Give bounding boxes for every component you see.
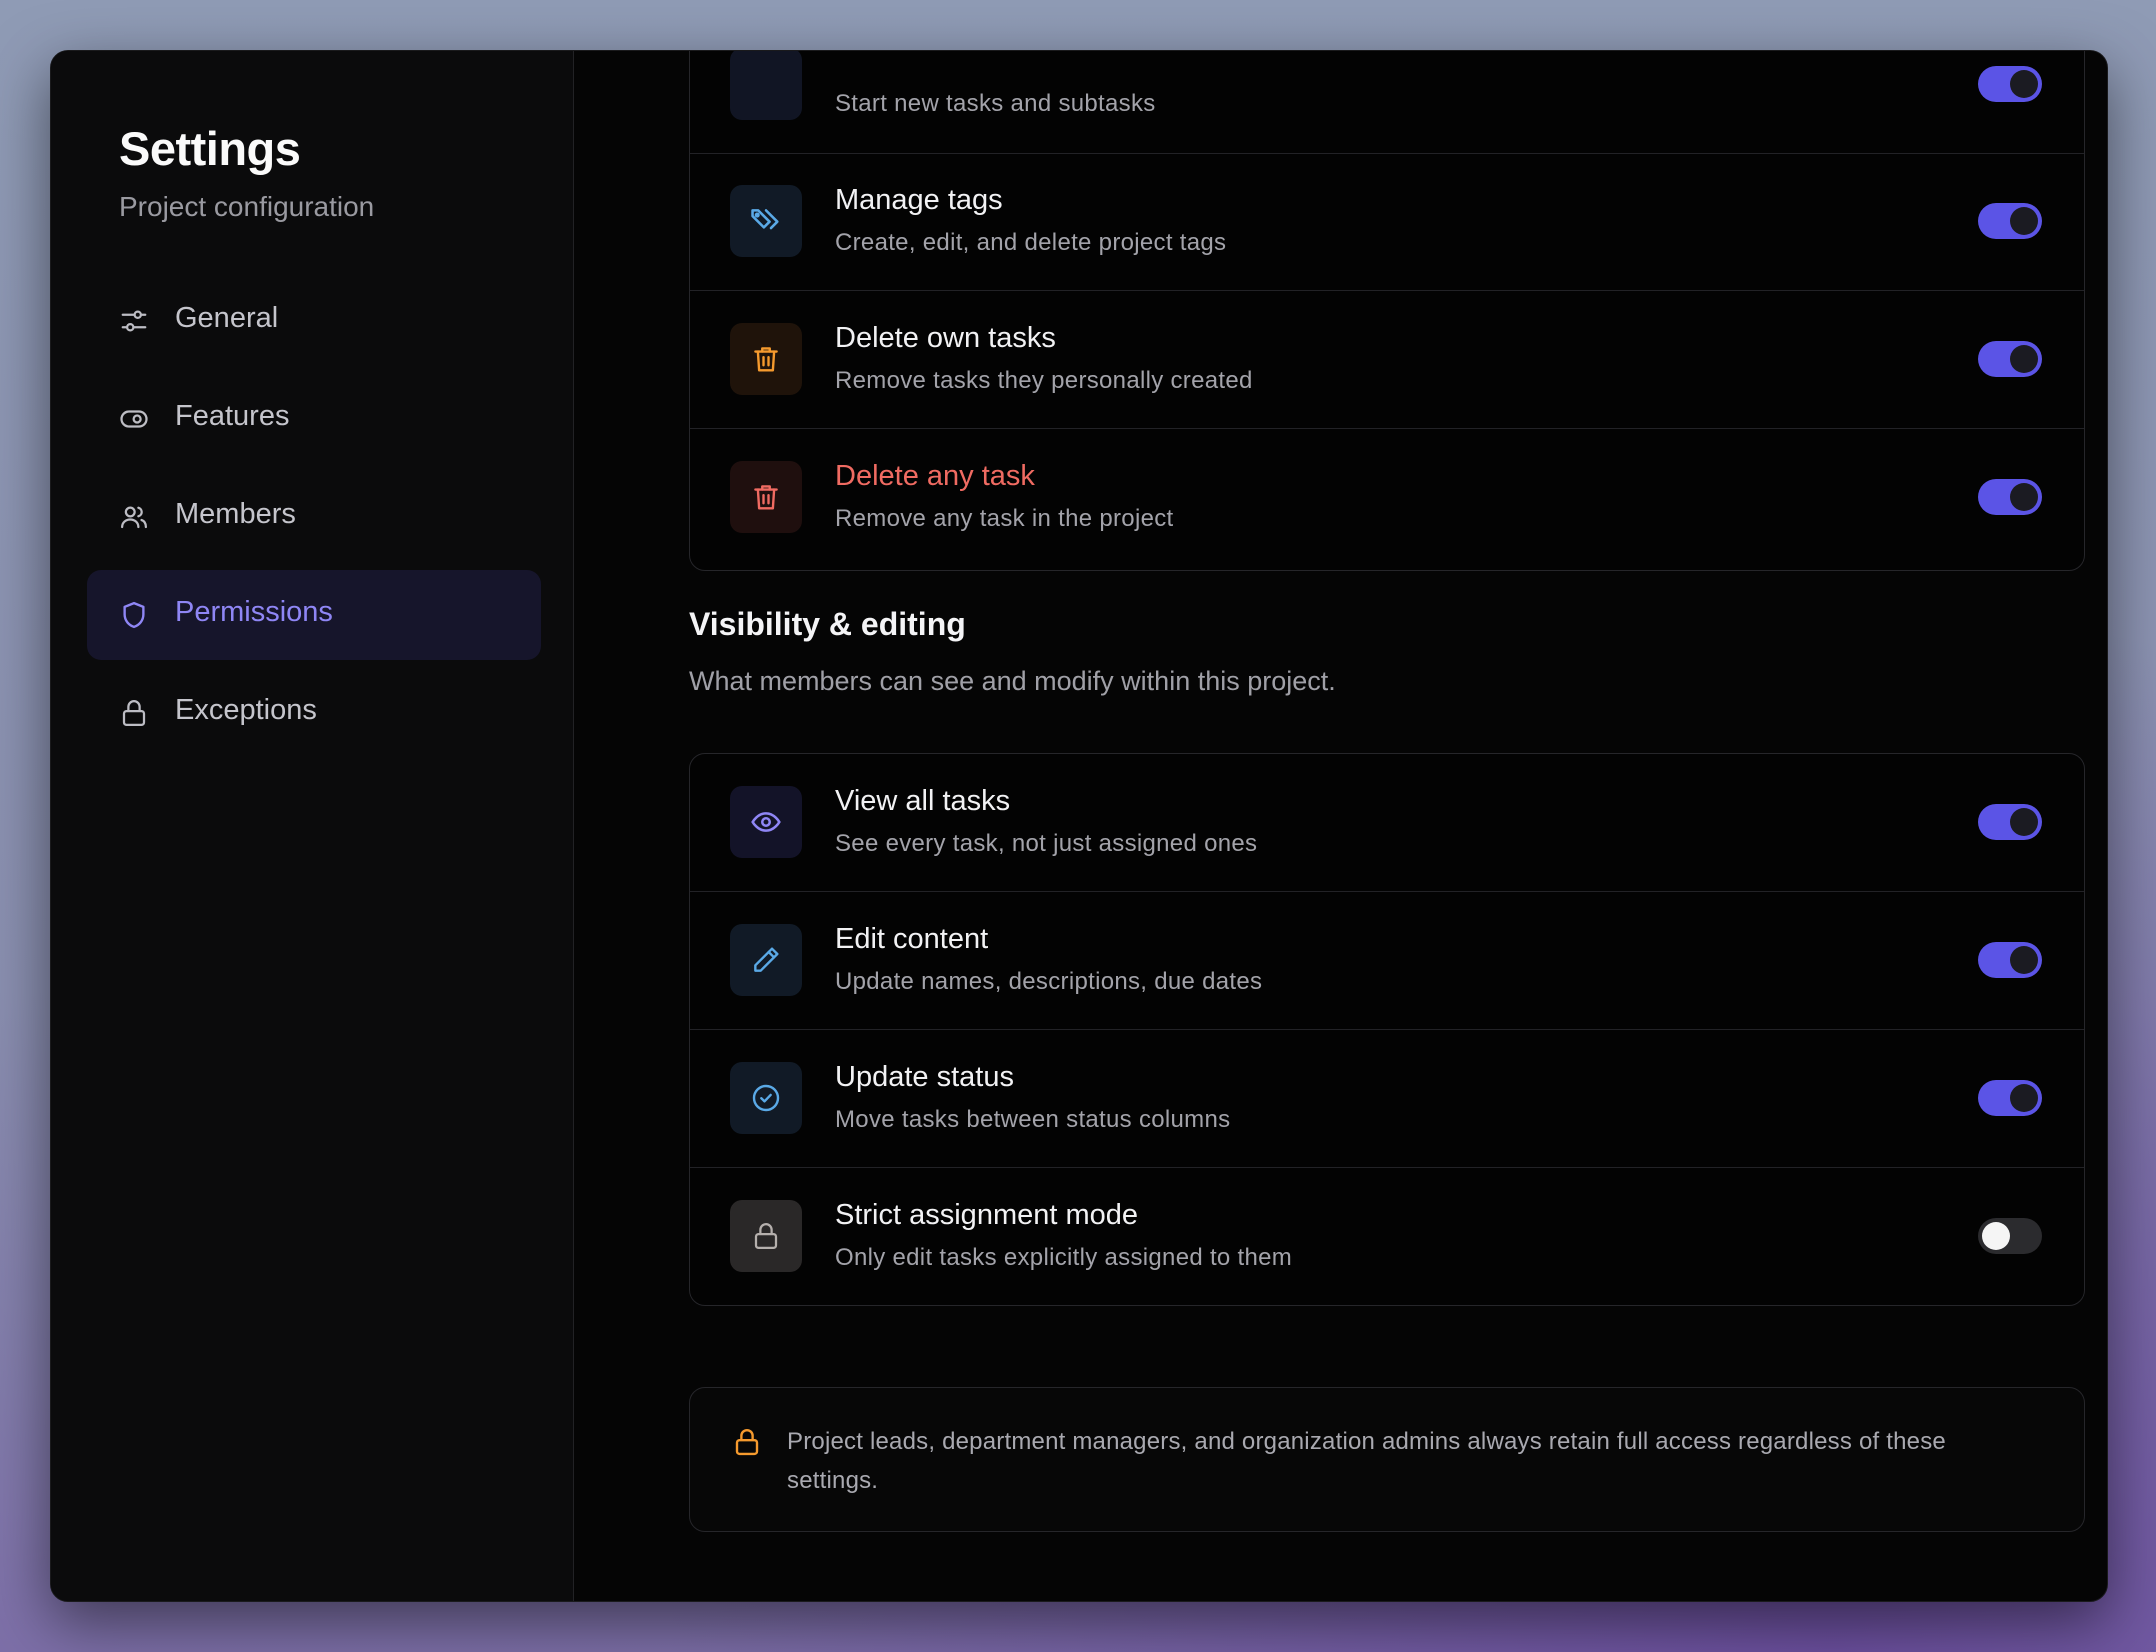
- sidebar-item-permissions[interactable]: Permissions: [87, 570, 541, 660]
- permission-title: Edit content: [835, 923, 989, 955]
- lock-icon: [754, 1223, 778, 1249]
- users-icon: [121, 506, 147, 529]
- permission-title: View all tasks: [835, 785, 1011, 817]
- trash-icon: [754, 485, 778, 510]
- toggle-knob: [2010, 808, 2038, 836]
- tag-icon: [751, 209, 779, 230]
- eye-icon: [751, 812, 781, 832]
- permission-description: Start new tasks and subtasks: [835, 90, 1156, 117]
- sidebar-item-members[interactable]: Members: [87, 472, 541, 562]
- permission-row-view-all-tasks: View all tasks See every task, not just …: [690, 754, 2084, 892]
- toggle-knob: [2010, 483, 2038, 511]
- permission-description: Move tasks between status columns: [835, 1106, 1231, 1133]
- permission-row-update-status: Update status Move tasks between status …: [690, 1030, 2084, 1168]
- section-description: What members can see and modify within t…: [689, 666, 1336, 696]
- notice-text: Project leads, department managers, and …: [787, 1428, 1946, 1494]
- check-circle-icon: [752, 1084, 780, 1112]
- permission-toggle[interactable]: [1978, 66, 2042, 102]
- visibility-card: View all tasks See every task, not just …: [689, 753, 2085, 1306]
- sidebar-item-label: Features: [175, 400, 290, 432]
- permission-toggle[interactable]: [1978, 479, 2042, 515]
- toggle-knob: [2010, 946, 2038, 974]
- permission-toggle[interactable]: [1978, 203, 2042, 239]
- tile: [730, 786, 802, 858]
- plus-icon: [730, 51, 802, 120]
- sidebar-item-label: Exceptions: [175, 694, 317, 726]
- access-notice: Project leads, department managers, and …: [689, 1387, 2085, 1532]
- tile: [730, 1062, 802, 1134]
- permission-description: Only edit tasks explicitly assigned to t…: [835, 1244, 1293, 1271]
- permission-row-delete-own-tasks: Delete own tasks Remove tasks they perso…: [690, 291, 2084, 429]
- tile: [730, 185, 802, 257]
- sidebar-title: Settings: [119, 122, 301, 175]
- sidebar-subtitle: Project configuration: [119, 191, 375, 222]
- sidebar-item-features[interactable]: Features: [87, 374, 541, 464]
- permission-title: Manage tags: [835, 184, 1003, 216]
- tile: [730, 1200, 802, 1272]
- sidebar-item-label: Members: [175, 498, 296, 530]
- toggle-icon: [120, 410, 148, 428]
- tile: [730, 323, 802, 395]
- permission-toggle[interactable]: [1978, 341, 2042, 377]
- toggle-knob: [2010, 1084, 2038, 1112]
- section-title: Visibility & editing: [689, 606, 966, 642]
- lock-icon: [122, 700, 146, 726]
- permission-description: Create, edit, and delete project tags: [835, 229, 1227, 256]
- permission-description: See every task, not just assigned ones: [835, 830, 1258, 857]
- sliders-icon: [121, 310, 147, 332]
- permission-description: Update names, descriptions, due dates: [835, 968, 1263, 995]
- permission-row-strict-assignment: Strict assignment mode Only edit tasks e…: [690, 1168, 2084, 1305]
- trash-icon: [754, 347, 778, 372]
- lock-icon: [735, 1429, 759, 1456]
- sidebar-item-label: General: [175, 302, 279, 334]
- toggle-knob: [2010, 207, 2038, 235]
- pencil-icon: [754, 947, 779, 972]
- permission-toggle[interactable]: [1978, 804, 2042, 840]
- permission-title: Strict assignment mode: [835, 1199, 1139, 1231]
- toggle-knob: [2010, 70, 2038, 98]
- task-permissions-card: Start new tasks and subtasks Manage tags…: [689, 51, 2085, 571]
- permission-title: Update status: [835, 1061, 1014, 1093]
- permissions-panel: Start new tasks and subtasks Manage tags…: [574, 51, 2107, 1601]
- sidebar-item-exceptions[interactable]: Exceptions: [87, 668, 541, 758]
- permission-toggle[interactable]: [1978, 1080, 2042, 1116]
- permission-toggle[interactable]: [1978, 1218, 2042, 1254]
- sidebar-item-label: Permissions: [175, 596, 333, 628]
- settings-modal: Settings Project configuration General F…: [50, 50, 2108, 1602]
- permission-row-create-tasks: Start new tasks and subtasks: [690, 51, 2084, 154]
- permission-description: Remove any task in the project: [835, 505, 1174, 532]
- sidebar-item-general[interactable]: General: [87, 276, 541, 366]
- permission-title: Delete own tasks: [835, 322, 1056, 354]
- toggle-knob: [2010, 345, 2038, 373]
- permission-row-delete-any-task: Delete any task Remove any task in the p…: [690, 429, 2084, 566]
- permission-row-edit-content: Edit content Update names, descriptions,…: [690, 892, 2084, 1030]
- toggle-knob: [1982, 1222, 2010, 1250]
- permission-title: Delete any task: [835, 460, 1035, 492]
- tile: [730, 461, 802, 533]
- tile: [730, 924, 802, 996]
- shield-icon: [123, 601, 145, 629]
- permission-description: Remove tasks they personally created: [835, 367, 1253, 394]
- permission-row-manage-tags: Manage tags Create, edit, and delete pro…: [690, 153, 2084, 291]
- sidebar: Settings Project configuration General F…: [51, 51, 574, 1601]
- permission-toggle[interactable]: [1978, 942, 2042, 978]
